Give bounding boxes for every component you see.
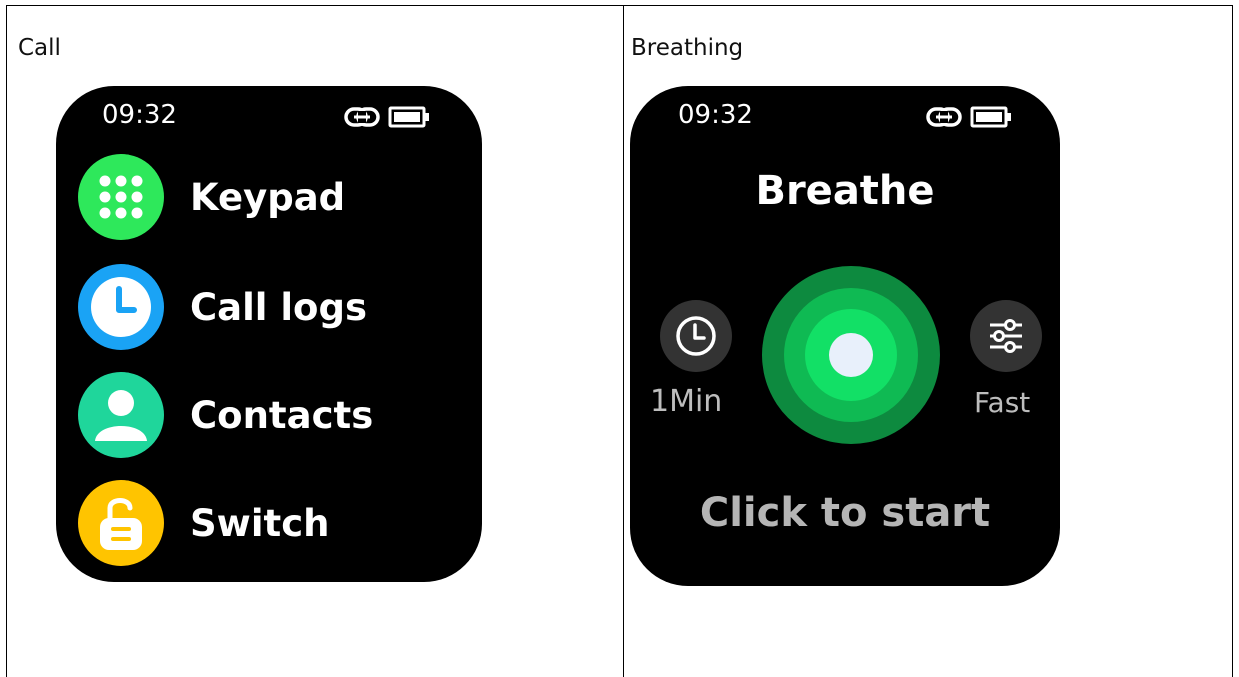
- breathe-title: Breathe: [755, 168, 935, 214]
- clock-icon: [78, 264, 164, 350]
- battery-icon: [388, 106, 429, 128]
- unlock-icon: [78, 480, 164, 566]
- keypad-icon: [78, 154, 164, 240]
- sliders-icon: [990, 319, 1022, 353]
- breathe-ring-middle: [784, 288, 918, 422]
- status-icons: [344, 106, 430, 128]
- breathe-ring-inner: [805, 309, 897, 401]
- menu-item-call-logs[interactable]: Call logs: [78, 264, 367, 350]
- link-icon: [344, 107, 380, 127]
- menu-item-switch[interactable]: Switch: [78, 480, 329, 566]
- breathe-start-button[interactable]: [762, 266, 940, 444]
- breathe-watch-screen: 09:32 Breathe 1Min Fast Click to start: [630, 86, 1060, 586]
- column-divider: [623, 6, 624, 677]
- status-icons: [926, 106, 1012, 128]
- status-time: 09:32: [102, 100, 177, 130]
- breathing-caption: Breathing: [631, 35, 744, 61]
- menu-label-call-logs: Call logs: [190, 285, 367, 329]
- speed-button[interactable]: [970, 300, 1042, 372]
- menu-label-contacts: Contacts: [190, 393, 374, 437]
- duration-label: 1Min: [650, 384, 723, 419]
- clock-outline-icon: [676, 316, 716, 356]
- call-caption: Call: [18, 35, 61, 61]
- menu-label-keypad: Keypad: [190, 175, 346, 219]
- battery-icon: [970, 106, 1011, 128]
- click-to-start-label[interactable]: Click to start: [630, 490, 1060, 536]
- menu-label-switch: Switch: [190, 501, 330, 545]
- duration-button[interactable]: [660, 300, 732, 372]
- person-icon: [78, 372, 164, 458]
- status-time: 09:32: [678, 100, 753, 130]
- menu-item-keypad[interactable]: Keypad: [78, 154, 345, 240]
- link-icon: [926, 107, 962, 127]
- call-watch-screen: 09:32 Keypad Call logs Contacts Switch: [56, 86, 482, 582]
- menu-item-contacts[interactable]: Contacts: [78, 372, 373, 458]
- speed-label: Fast: [974, 386, 1031, 419]
- breathe-dot: [829, 333, 873, 377]
